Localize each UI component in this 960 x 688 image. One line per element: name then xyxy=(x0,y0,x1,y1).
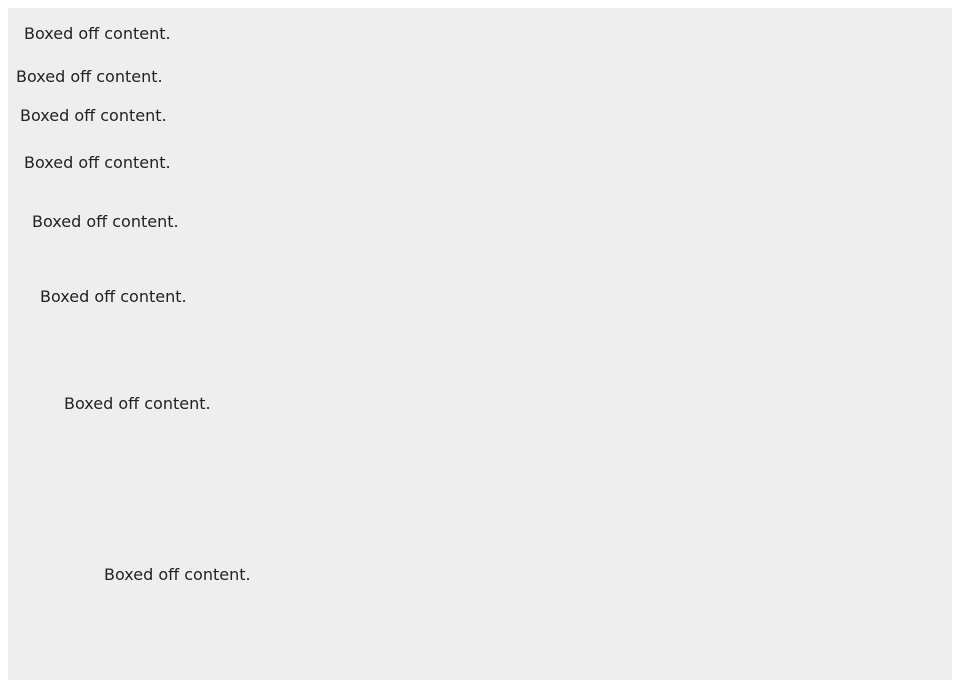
boxed-content-text-6: Boxed off content. xyxy=(40,287,187,306)
boxed-content-text-3: Boxed off content. xyxy=(20,106,167,125)
boxed-content-text-7: Boxed off content. xyxy=(64,394,211,413)
content-panel: Boxed off content. Boxed off content. Bo… xyxy=(8,8,952,680)
boxed-content-text-1: Boxed off content. xyxy=(24,24,171,43)
boxed-content-text-4: Boxed off content. xyxy=(24,153,171,172)
boxed-content-text-2: Boxed off content. xyxy=(16,67,163,86)
boxed-content-text-5: Boxed off content. xyxy=(32,212,179,231)
boxed-content-text-8: Boxed off content. xyxy=(104,565,251,584)
